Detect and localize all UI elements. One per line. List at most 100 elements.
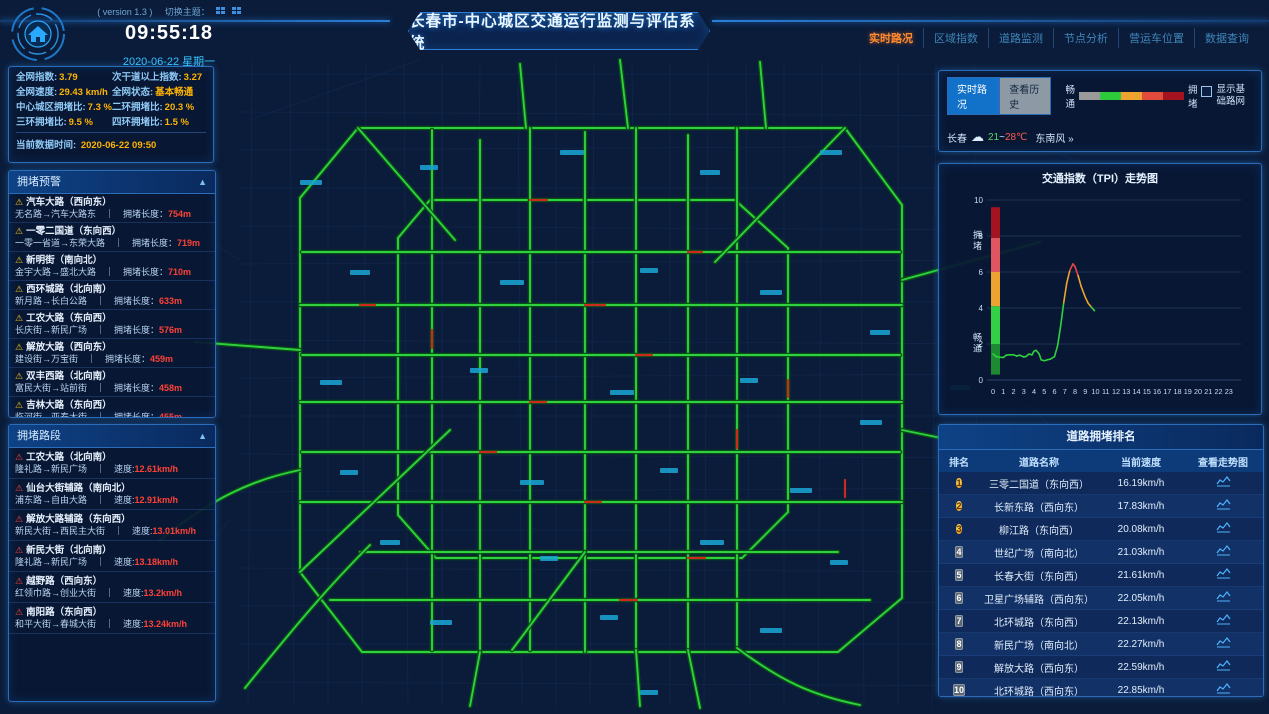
trend-chart-icon[interactable] [1183, 522, 1263, 536]
show-base-network-checkbox[interactable]: 显示基础路网 [1201, 84, 1253, 108]
congested-detail: 和平大街→春城大街 ｜ 速度:13.24km/h [15, 619, 209, 630]
ranking-rows: 1三零二国道（东向西）16.19km/h2长新东路（西向东）17.83km/h3… [939, 472, 1263, 697]
tpi-line-segment [1039, 354, 1041, 360]
ranking-road-name: 长新东路（西向东） [979, 499, 1099, 514]
warning-item[interactable]: ⚠吉林大路（东向西）临河街→亚泰大街 ｜ 拥堵长度：455m [9, 397, 215, 418]
theme-swatch-1[interactable] [216, 7, 225, 14]
warning-item[interactable]: ⚠新明街（南向北）金宇大路→盛北大路 ｜ 拥堵长度：710m [9, 252, 215, 281]
tab-view-history[interactable]: 查看历史 [999, 77, 1051, 115]
x-tick-18: 18 [1173, 387, 1181, 396]
ranking-road-name: 北环城路（东向西） [979, 614, 1099, 629]
title-banner: 长春市-中心城区交通运行监测与评估系统 [408, 12, 710, 50]
trend-chart-icon[interactable] [1183, 660, 1263, 674]
warning-item[interactable]: ⚠解放大路（西向东）建设街→万宝街 ｜ 拥堵长度：459m [9, 339, 215, 368]
stat-cell-1: 全网指数:3.79 [16, 72, 112, 83]
ranking-row[interactable]: 5长春大街（东向西）21.61km/h [939, 564, 1263, 587]
nav-item-6[interactable]: 数据查询 [1194, 28, 1259, 48]
nav-item-5[interactable]: 营运车位置 [1118, 28, 1194, 48]
road-label-chip [700, 170, 720, 175]
nav-item-2[interactable]: 区域指数 [923, 28, 988, 48]
nav-item-3[interactable]: 道路监测 [988, 28, 1053, 48]
congested-item[interactable]: ⚠解放大路辅路（东向西）新民大街→西民主大街 ｜ 速度:13.01km/h [9, 510, 215, 541]
warning-segment: 一零一省道→东荣大路 ｜ [15, 238, 132, 248]
home-icon[interactable] [10, 6, 66, 62]
clock: 09:55:18 [74, 22, 264, 45]
congested-road-name: 解放大路辅路（东向西） [26, 514, 131, 525]
x-tick-4: 4 [1032, 387, 1036, 396]
ranking-row[interactable]: 7北环城路（东向西）22.13km/h [939, 610, 1263, 633]
traffic-dashboard: ( version 1.3 ) 切换主题： 09:55:18 2020-06-2… [0, 0, 1269, 714]
warning-length-value: 719m [177, 238, 200, 248]
collapse-arrow-icon[interactable]: ▲ [198, 171, 207, 193]
warning-item[interactable]: ⚠一零二国道（东向西）一零一省道→东荣大路 ｜ 拥堵长度：719m [9, 223, 215, 252]
nav-item-1[interactable]: 实时路况 [859, 28, 923, 48]
warning-item[interactable]: ⚠西环城路（北向南）新月路→长白公路 ｜ 拥堵长度：633m [9, 281, 215, 310]
warning-item[interactable]: ⚠工农大路（东向西）长庆街→新民广场 ｜ 拥堵长度：576m [9, 310, 215, 339]
warning-road-name: 汽车大路（西向东） [26, 197, 112, 208]
ranking-row[interactable]: 9解放大路（西向东）22.59km/h [939, 656, 1263, 679]
trend-chart-icon[interactable] [1183, 591, 1263, 605]
warning-item[interactable]: ⚠双丰西路（北向南）富民大街→站前街 ｜ 拥堵长度：458m [9, 368, 215, 397]
tab-realtime-traffic[interactable]: 实时路况 [947, 77, 999, 115]
road-label-chip [740, 378, 758, 383]
checkbox-box-icon[interactable] [1201, 86, 1212, 97]
road-label-chip [790, 488, 812, 493]
tpi-line-segment [1061, 303, 1064, 326]
weather-high-temp: 28℃ [1005, 132, 1027, 143]
theme-switch-label: 切换主题： [165, 7, 210, 17]
ranking-road-name: 新民广场（南向北） [979, 637, 1099, 652]
ranking-speed: 17.83km/h [1099, 501, 1183, 512]
trend-chart-icon[interactable] [1183, 683, 1263, 697]
congested-detail: 红领巾路→创业大街 ｜ 速度:13.2km/h [15, 588, 209, 599]
nav-item-4[interactable]: 节点分析 [1053, 28, 1118, 48]
x-tick-13: 13 [1122, 387, 1130, 396]
road-label-chip [760, 628, 782, 633]
stats-grid: 全网指数:3.79次干道以上指数:3.27全网速度:29.43 km/h全网状态… [16, 72, 206, 128]
theme-swatch-2[interactable] [232, 7, 241, 14]
trend-chart-icon[interactable] [1183, 476, 1263, 490]
warning-road-name: 工农大路（东向西） [26, 313, 112, 324]
tpi-line-segment [1064, 283, 1067, 303]
warning-detail: 建设街→万宝街 ｜ 拥堵长度：459m [15, 354, 209, 365]
collapse-arrow-icon[interactable]: ▲ [198, 425, 207, 447]
trend-chart-icon[interactable] [1183, 545, 1263, 559]
congested-triangle-icon: ⚠ [15, 576, 23, 586]
ranking-row[interactable]: 8新民广场（南向北）22.27km/h [939, 633, 1263, 656]
congested-detail: 浦东路→自由大路 ｜ 速度:12.91km/h [15, 495, 209, 506]
colorbar-segment-1 [991, 344, 1000, 375]
rank-badge: 1 [956, 478, 961, 488]
weather-row: 长春 ☁ 21 ~ 28℃ 东南风 » [947, 129, 1253, 145]
congested-item[interactable]: ⚠越野路（西向东）红领巾路→创业大街 ｜ 速度:13.2km/h [9, 572, 215, 603]
trend-chart-icon[interactable] [1183, 499, 1263, 513]
ranking-row[interactable]: 3柳江路（东向西）20.08km/h [939, 518, 1263, 541]
congested-item[interactable]: ⚠工农大路（北向南）隆礼路→新民广场 ｜ 速度:12.61km/h [9, 448, 215, 479]
stat-label: 三环拥堵比: [16, 117, 67, 128]
congested-item[interactable]: ⚠新民大街（北向南）隆礼路→新民广场 ｜ 速度:13.18km/h [9, 541, 215, 572]
rank-badge: 5 [955, 569, 962, 581]
warning-road: ⚠解放大路（西向东） [15, 342, 209, 353]
tpi-trend-chart: 0246810拥堵畅通01234567891011121314151617181… [947, 188, 1253, 408]
congestion-warning-header: 拥堵预警 ▲ [9, 171, 215, 194]
road-label-chip [760, 290, 782, 295]
trend-chart-icon[interactable] [1183, 614, 1263, 628]
warning-road: ⚠西环城路（北向南） [15, 284, 209, 295]
weather-wind-link[interactable]: 东南风 » [1035, 130, 1073, 145]
trend-chart-icon[interactable] [1183, 637, 1263, 651]
ranking-speed: 21.03km/h [1099, 547, 1183, 558]
ranking-row[interactable]: 1三零二国道（东向西）16.19km/h [939, 472, 1263, 495]
x-tick-12: 12 [1112, 387, 1120, 396]
stat-cell-4: 全网状态:基本畅通 [112, 87, 206, 98]
congested-item[interactable]: ⚠南阳路（东向西）和平大街→春城大街 ｜ 速度:13.24km/h [9, 603, 215, 634]
trend-chart-icon[interactable] [1183, 568, 1263, 582]
congested-speed-label: 速度: [114, 557, 135, 567]
ranking-road-name: 北环城路（西向东） [979, 683, 1099, 698]
warning-item[interactable]: ⚠汽车大路（西向东）无名路→汽车大路东 ｜ 拥堵长度：754m [9, 194, 215, 223]
ranking-row[interactable]: 6卫星广场辅路（西向东）22.05km/h [939, 587, 1263, 610]
ranking-row[interactable]: 10北环城路（西向东）22.85km/h [939, 679, 1263, 697]
ranking-row[interactable]: 4世纪广场（南向北）21.03km/h [939, 541, 1263, 564]
warning-length-value: 710m [168, 267, 191, 277]
x-tick-22: 22 [1214, 387, 1222, 396]
ranking-row[interactable]: 2长新东路（西向东）17.83km/h [939, 495, 1263, 518]
warning-detail: 长庆街→新民广场 ｜ 拥堵长度：576m [15, 325, 209, 336]
congested-item[interactable]: ⚠仙台大街辅路（南向北）浦东路→自由大路 ｜ 速度:12.91km/h [9, 479, 215, 510]
